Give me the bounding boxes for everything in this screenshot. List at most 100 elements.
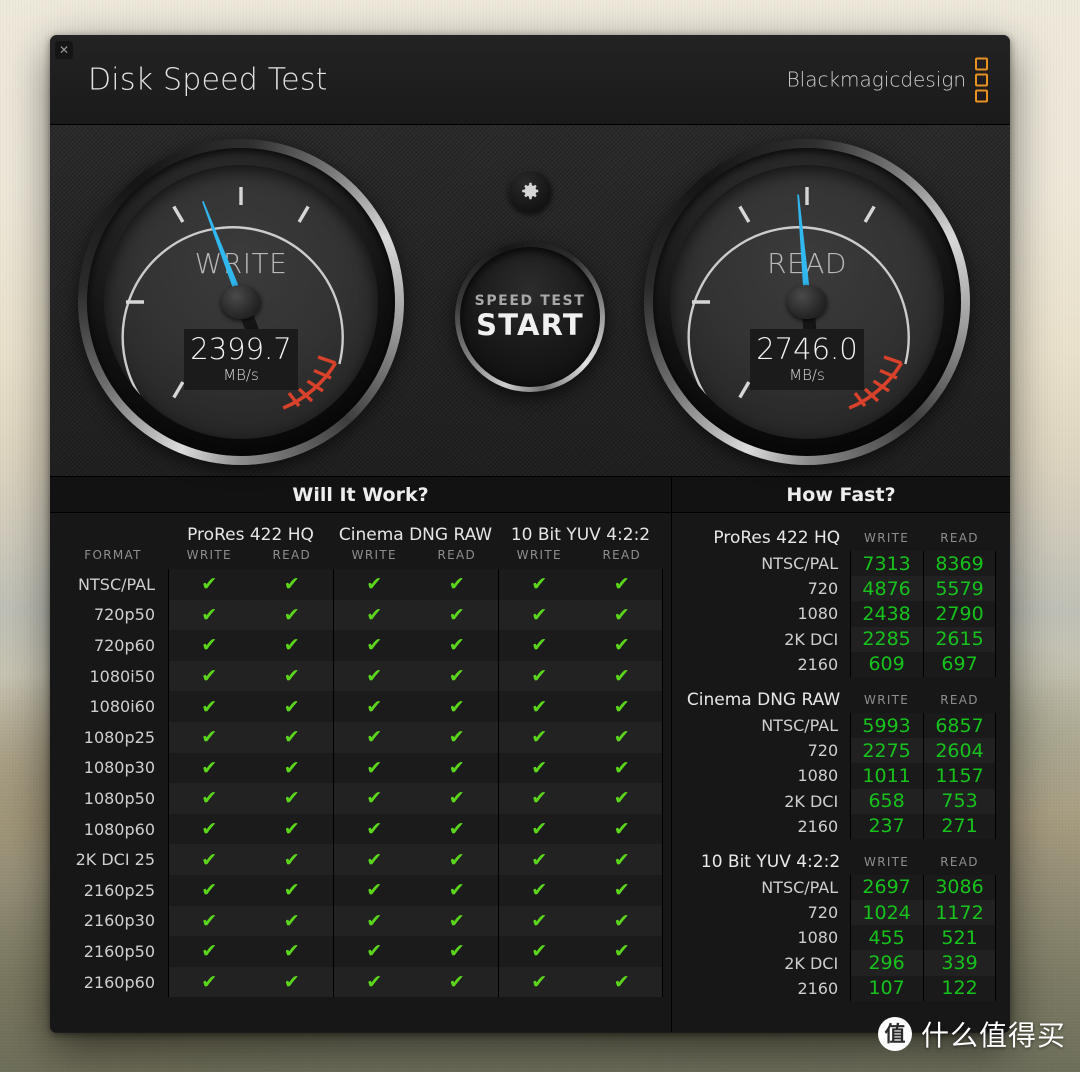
compatibility-cell: ✔ [498, 936, 581, 967]
read-speed-value: 122 [923, 975, 996, 1001]
column-header-write: WRITE [864, 692, 910, 707]
compatibility-cell: ✔ [250, 905, 333, 937]
subheader-write: WRITE [516, 548, 562, 562]
compatibility-cell: ✔ [333, 569, 416, 600]
desktop-background: ✕ Disk Speed Test Blackmagicdesign WRITE… [0, 0, 1080, 1072]
format-label: 2160p60 [83, 972, 155, 992]
write-unit: MB/s [223, 365, 259, 384]
write-speed-value: 1011 [850, 763, 924, 789]
compatibility-cell: ✔ [250, 783, 333, 814]
table-row: 2K DCI 25 ✔ ✔ ✔ ✔ ✔ ✔ [58, 844, 663, 875]
will-it-work-table: ProRes 422 HQ Cinema DNG RAW 10 Bit YUV 4:… [58, 513, 663, 998]
write-speed-value: 658 [850, 788, 924, 814]
format-label: 2160p30 [83, 911, 155, 931]
format-label: 1080p30 [83, 758, 155, 778]
compatibility-cell: ✔ [415, 691, 498, 722]
table-row: 2160p25 ✔ ✔ ✔ ✔ ✔ ✔ [58, 874, 663, 906]
codec-group-header: ProRes 422 HQ [187, 525, 314, 545]
format-label: 2160p25 [83, 880, 155, 900]
compatibility-cell: ✔ [168, 752, 251, 784]
compatibility-cell: ✔ [580, 721, 663, 753]
gear-icon[interactable] [508, 169, 552, 213]
resolution-label: 1080 [797, 604, 839, 624]
write-speed-value: 1024 [850, 900, 924, 926]
compatibility-cell: ✔ [498, 721, 581, 753]
compatibility-cell: ✔ [498, 691, 581, 722]
compatibility-cell: ✔ [415, 660, 498, 692]
codec-group-name: 10 Bit YUV 4:2:2 [700, 851, 841, 872]
column-header-write: WRITE [864, 531, 910, 545]
resolution-label: 2K DCI [784, 629, 839, 649]
compatibility-cell: ✔ [333, 721, 416, 753]
compatibility-cell: ✔ [333, 905, 416, 937]
codec-group-name: Cinema DNG RAW [686, 689, 841, 710]
read-speed-value: 1157 [923, 763, 996, 789]
write-speed-value: 4876 [850, 576, 924, 602]
table-row: 2K DCI 296 339 [678, 950, 996, 976]
table-row: 720 2275 2604 [678, 738, 996, 764]
subheader-read: READ [602, 548, 642, 562]
compatibility-cell: ✔ [580, 660, 663, 692]
read-needle-hub [787, 285, 827, 319]
brand-logo: Blackmagicdesign [787, 57, 988, 102]
write-gauge: WRITE 2399.7 MB/s [78, 139, 404, 465]
codec-group-header: Cinema DNG RAW [338, 525, 493, 545]
compatibility-cell: ✔ [415, 813, 498, 845]
compatibility-cell: ✔ [168, 783, 251, 814]
compatibility-cell: ✔ [250, 721, 333, 753]
table-row: 1080 1011 1157 [678, 763, 996, 789]
compatibility-cell: ✔ [168, 936, 251, 967]
start-button[interactable]: SPEED TEST START [455, 242, 605, 392]
read-gauge: READ 2746.0 MB/s [644, 139, 970, 465]
compatibility-cell: ✔ [250, 813, 333, 845]
compatibility-cell: ✔ [168, 874, 251, 906]
compatibility-cell: ✔ [415, 936, 498, 967]
read-readout: 2746.0 MB/s [750, 329, 864, 390]
compatibility-cell: ✔ [250, 966, 333, 998]
resolution-label: NTSC/PAL [761, 877, 839, 897]
format-label: 2K DCI 25 [75, 850, 155, 870]
subheader-write: WRITE [351, 548, 397, 562]
read-speed-value: 1172 [923, 900, 996, 926]
results-area: Will It Work? ProRes 422 HQ Cinema DNG RA… [50, 477, 1010, 1032]
write-speed-value: 2275 [850, 738, 924, 764]
compatibility-cell: ✔ [415, 630, 498, 661]
start-button-label: START [476, 307, 584, 342]
compatibility-cell: ✔ [168, 966, 251, 998]
read-speed-value: 3086 [923, 874, 996, 901]
format-label: NTSC/PAL [78, 574, 155, 594]
read-speed-value: 697 [923, 651, 996, 677]
table-row: 1080p25 ✔ ✔ ✔ ✔ ✔ ✔ [58, 721, 663, 753]
compatibility-cell: ✔ [168, 599, 251, 631]
compatibility-cell: ✔ [168, 660, 251, 692]
compatibility-cell: ✔ [333, 599, 416, 631]
write-value: 2399.7 [190, 332, 292, 367]
format-label: 720p60 [93, 635, 155, 655]
close-icon[interactable]: ✕ [55, 41, 73, 59]
compatibility-cell: ✔ [415, 752, 498, 784]
table-row: 1080 2438 2790 [678, 601, 996, 627]
write-speed-value: 7313 [850, 551, 924, 577]
compatibility-cell: ✔ [168, 844, 251, 875]
read-speed-value: 5579 [923, 576, 996, 602]
table-row: 1080p50 ✔ ✔ ✔ ✔ ✔ ✔ [58, 783, 663, 814]
compatibility-cell: ✔ [250, 569, 333, 600]
read-speed-value: 521 [923, 925, 996, 951]
compatibility-cell: ✔ [498, 783, 581, 814]
compatibility-cell: ✔ [333, 660, 416, 692]
compatibility-cell: ✔ [580, 813, 663, 845]
format-label: 1080p25 [83, 727, 155, 747]
start-button-face: SPEED TEST START [460, 247, 600, 387]
how-fast-rows: ProRes 422 HQ WRITE READ NTSC/PAL 7313 8369 72… [678, 515, 996, 1001]
compatibility-cell: ✔ [333, 752, 416, 784]
write-speed-value: 609 [850, 651, 924, 677]
how-fast-title: How Fast? [672, 477, 1010, 513]
table-row: 1080p30 ✔ ✔ ✔ ✔ ✔ ✔ [58, 752, 663, 784]
resolution-label: 720 [807, 579, 839, 599]
disk-speed-test-window: ✕ Disk Speed Test Blackmagicdesign WRITE… [50, 35, 1010, 1033]
compatibility-cell: ✔ [250, 844, 333, 875]
will-it-work-rows: NTSC/PAL ✔ ✔ ✔ ✔ ✔ ✔ 720p50 ✔ ✔ ✔ ✔ ✔ ✔ 720p60 ✔ ✔ ✔ ✔ ✔ ✔ 10… [58, 569, 663, 998]
read-speed-value: 753 [923, 788, 996, 814]
table-row: 2160 237 271 [678, 813, 996, 839]
resolution-label: 2160 [797, 978, 839, 998]
